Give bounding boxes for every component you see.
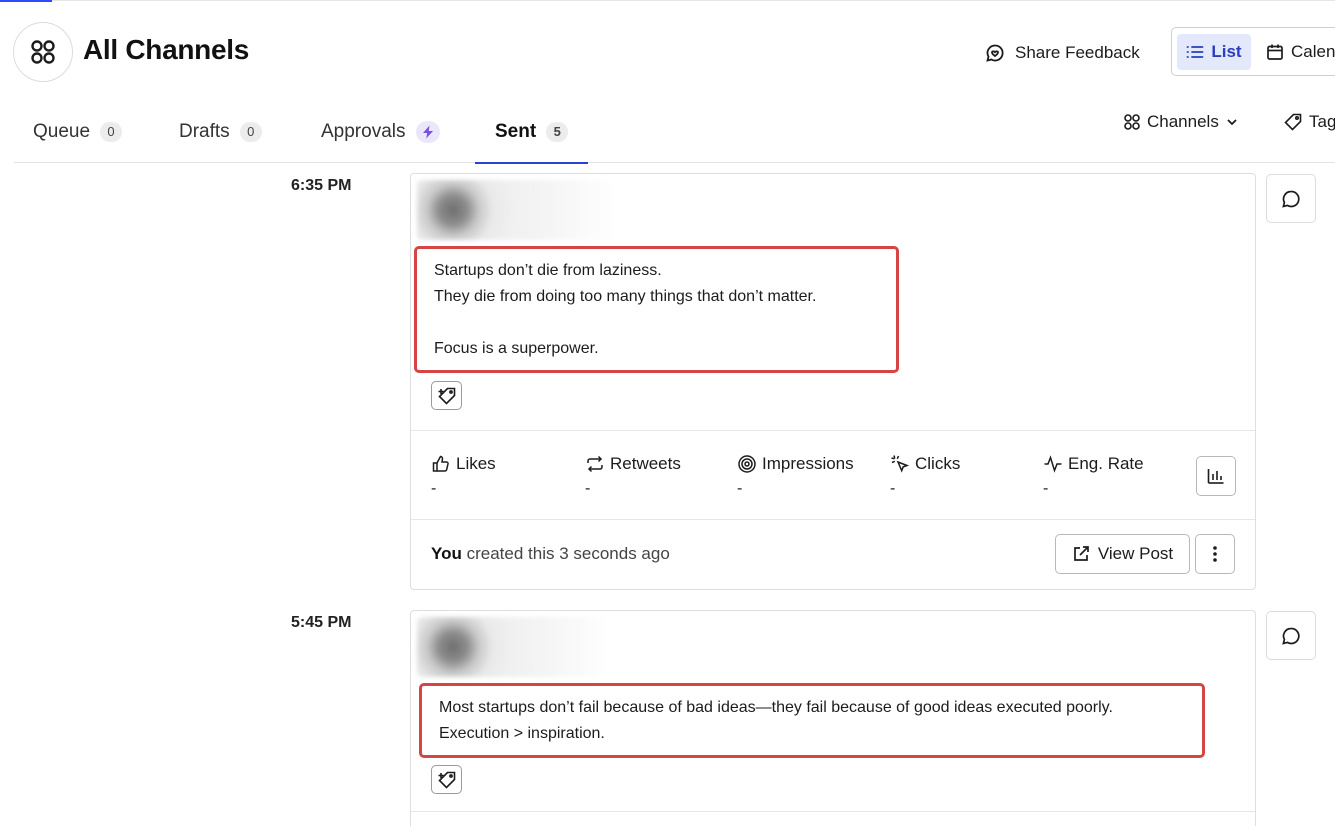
post-text-line: Execution > inspiration. — [439, 725, 605, 742]
post-text-line: Focus is a superpower. — [434, 340, 599, 357]
tab-queue[interactable]: Queue 0 — [33, 100, 123, 163]
metric-retweets: Retweets - — [585, 453, 681, 498]
retweet-icon — [587, 455, 603, 473]
tab-drafts-count: 0 — [239, 121, 262, 142]
tags-filter-label: Tag — [1309, 112, 1335, 131]
metric-clicks-label: Clicks — [915, 454, 961, 473]
external-link-icon — [1074, 546, 1089, 561]
comment-icon — [1282, 627, 1300, 645]
post-time: 5:45 PM — [291, 614, 352, 631]
share-feedback-label: Share Feedback — [1015, 43, 1140, 62]
post-text-line: They die from doing too many things that… — [434, 288, 817, 305]
channels-filter-dropdown[interactable]: Channels — [1123, 110, 1239, 134]
metric-likes: Likes - — [431, 453, 496, 498]
metric-eng-rate-value: - — [1043, 480, 1049, 497]
add-tag-icon — [437, 771, 455, 789]
blurred-profile — [417, 180, 617, 240]
list-icon — [1186, 46, 1204, 58]
add-tag-icon — [437, 387, 455, 405]
tab-sent[interactable]: Sent 5 — [474, 100, 589, 164]
channels-grid-icon — [1124, 114, 1140, 130]
view-toggle: List Calen — [1171, 27, 1335, 76]
comment-button[interactable] — [1266, 611, 1316, 660]
post-text-line: Startups don’t die from laziness. — [434, 262, 662, 279]
metric-impressions: Impressions - — [737, 453, 854, 498]
tab-sent-count: 5 — [546, 121, 569, 142]
created-by: You — [431, 544, 462, 563]
tab-approvals-label: Approvals — [321, 120, 406, 142]
post-text-line — [434, 310, 879, 336]
add-tag-button[interactable] — [431, 381, 462, 410]
metric-eng-rate-label: Eng. Rate — [1068, 454, 1144, 473]
post-metrics: Likes - Retweets - Impressions - Clicks … — [411, 430, 1255, 520]
metric-likes-value: - — [431, 480, 437, 497]
share-feedback-button[interactable]: Share Feedback — [985, 40, 1140, 66]
tab-queue-label: Queue — [33, 120, 91, 142]
all-channels-icon — [13, 22, 73, 82]
more-vertical-icon — [1213, 546, 1217, 562]
post-content-highlight: Most startups don’t fail because of bad … — [419, 683, 1205, 758]
post-text-line: Most startups don’t fail because of bad … — [439, 699, 1113, 716]
post-footer: You created this 3 seconds ago View Post — [411, 520, 1255, 590]
view-post-button[interactable]: View Post — [1055, 534, 1190, 574]
tab-drafts-label: Drafts — [179, 120, 230, 142]
metric-retweets-label: Retweets — [610, 454, 681, 473]
comment-button[interactable] — [1266, 174, 1316, 223]
chevron-down-icon — [1227, 119, 1237, 126]
metric-clicks-value: - — [890, 480, 896, 497]
created-info: You created this 3 seconds ago — [431, 544, 670, 564]
page-title: All Channels — [83, 34, 249, 65]
metric-eng-rate: Eng. Rate - — [1043, 453, 1144, 498]
view-post-label: View Post — [1097, 544, 1174, 563]
metrics-divider — [411, 811, 1255, 812]
bolt-icon — [415, 120, 440, 143]
comment-icon — [1282, 190, 1300, 208]
tab-queue-count: 0 — [100, 121, 123, 142]
tag-icon — [1284, 113, 1302, 131]
tags-filter-dropdown[interactable]: Tag — [1283, 110, 1335, 134]
metric-impressions-value: - — [737, 480, 743, 497]
add-tag-button[interactable] — [431, 765, 462, 794]
calendar-view-button[interactable]: Calen — [1266, 34, 1335, 70]
post-card: Most startups don’t fail because of bad … — [410, 610, 1256, 826]
header: All Channels Share Feedback List Calen — [0, 0, 1335, 100]
list-view-label: List — [1211, 42, 1242, 61]
post-time: 6:35 PM — [291, 177, 352, 194]
tab-sent-label: Sent — [495, 120, 537, 142]
metric-retweets-value: - — [585, 480, 591, 497]
created-time: created this 3 seconds ago — [466, 544, 670, 563]
calendar-icon — [1267, 44, 1283, 60]
tab-drafts[interactable]: Drafts 0 — [179, 100, 262, 163]
metric-likes-label: Likes — [456, 454, 496, 473]
bar-chart-icon — [1207, 469, 1224, 484]
post-content-highlight: Startups don’t die from laziness. They d… — [414, 246, 899, 373]
channels-filter-label: Channels — [1147, 112, 1219, 131]
calendar-view-label: Calen — [1291, 42, 1335, 61]
more-options-button[interactable] — [1195, 534, 1235, 574]
tab-approvals[interactable]: Approvals — [321, 100, 440, 163]
left-gutter — [14, 164, 144, 826]
analytics-button[interactable] — [1196, 456, 1236, 496]
blurred-profile — [417, 617, 611, 677]
post-card: Startups don’t die from laziness. They d… — [410, 173, 1256, 590]
activity-icon — [1044, 455, 1062, 473]
list-view-button[interactable]: List — [1177, 34, 1251, 70]
thumbs-up-icon — [432, 455, 449, 472]
click-pointer-icon — [891, 455, 910, 473]
metric-impressions-label: Impressions — [762, 454, 854, 473]
metric-clicks: Clicks - — [890, 453, 960, 498]
feedback-icon — [986, 44, 1004, 62]
target-icon — [738, 455, 756, 473]
